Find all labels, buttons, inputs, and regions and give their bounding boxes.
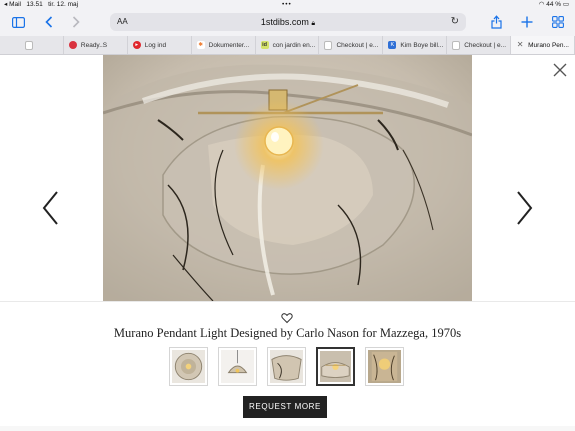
new-tab-icon[interactable] xyxy=(518,13,536,31)
product-photo[interactable] xyxy=(103,55,472,301)
tab-label: con jardin en... xyxy=(272,41,316,49)
tab-3[interactable]: ✱ Dokumenter... xyxy=(192,36,256,54)
page-icon xyxy=(324,40,333,50)
tab-blank[interactable] xyxy=(0,36,64,54)
wifi-icon: ◠ xyxy=(538,1,545,8)
thumbnail-3[interactable] xyxy=(267,347,306,386)
tab-active[interactable]: ✕ Murano Pen... xyxy=(511,36,575,54)
back-to-app-link[interactable]: ◂ Mail xyxy=(4,1,21,8)
tab-5[interactable]: Checkout | e... xyxy=(319,36,384,54)
page-icon xyxy=(452,40,461,50)
tab-7[interactable]: Checkout | e... xyxy=(447,36,512,54)
multitasking-dots-icon[interactable]: ••• xyxy=(282,0,292,9)
page-icon xyxy=(25,40,33,50)
heart-icon[interactable] xyxy=(281,312,293,324)
back-icon[interactable] xyxy=(40,13,58,31)
tab-label: Murano Pen... xyxy=(528,41,569,49)
thumbnail-4-selected[interactable] xyxy=(316,347,355,386)
bottom-edge xyxy=(0,426,575,431)
tab-1[interactable]: Ready..S xyxy=(64,36,128,54)
id-icon: id xyxy=(260,41,269,49)
red-circle-icon xyxy=(68,41,77,49)
url-text: 1stdibs.com 🔒︎ xyxy=(260,17,316,27)
play-icon: ▸ xyxy=(132,41,141,49)
image-viewer: Murano Pendant Light Designed by Carlo N… xyxy=(0,55,575,431)
close-tab-icon[interactable]: ✕ xyxy=(516,41,524,49)
lock-icon: 🔒︎ xyxy=(311,20,316,27)
battery-icon: ▭ xyxy=(562,1,569,8)
product-title: Murano Pendant Light Designed by Carlo N… xyxy=(113,326,462,340)
browser-toolbar: AA 1stdibs.com 🔒︎ ↻ xyxy=(0,9,575,36)
tab-label: Kim Boye bill... xyxy=(400,41,444,49)
tab-label: Dokumenter... xyxy=(208,41,250,49)
thumbnail-2[interactable] xyxy=(218,347,257,386)
next-image-icon[interactable] xyxy=(514,190,534,226)
tab-label: Ready..S xyxy=(80,41,108,49)
k-icon: K xyxy=(388,41,397,49)
status-date: tir. 12. maj xyxy=(48,1,79,8)
status-time: 13.51 xyxy=(26,1,43,8)
address-bar[interactable]: AA 1stdibs.com 🔒︎ ↻ xyxy=(110,13,466,31)
tab-overview-icon[interactable] xyxy=(549,13,567,31)
status-left: ◂ Mail 13.51 tir. 12. maj xyxy=(4,0,78,9)
status-right: ◠ 44 % ▭ xyxy=(539,0,569,9)
thumbnail-strip xyxy=(169,347,404,386)
reload-icon[interactable]: ↻ xyxy=(451,13,459,31)
status-bar: ◂ Mail 13.51 tir. 12. maj ••• ◠ 44 % ▭ xyxy=(0,0,575,9)
forward-icon[interactable] xyxy=(67,13,85,31)
sidebar-icon[interactable] xyxy=(9,13,27,31)
previous-image-icon[interactable] xyxy=(41,190,61,226)
tab-6[interactable]: K Kim Boye bill... xyxy=(383,36,448,54)
spark-icon: ✱ xyxy=(196,41,205,49)
close-icon[interactable] xyxy=(552,62,568,78)
tab-2[interactable]: ▸ Log ind xyxy=(128,36,192,54)
tab-bar: Ready..S ▸ Log ind ✱ Dokumenter... id co… xyxy=(0,36,575,55)
tab-label: Checkout | e... xyxy=(464,41,507,49)
tab-label: Checkout | e... xyxy=(336,41,379,49)
battery-percent: 44 % xyxy=(546,1,562,8)
thumbnail-1[interactable] xyxy=(169,347,208,386)
request-more-button[interactable]: REQUEST MORE xyxy=(243,396,327,418)
divider xyxy=(0,301,575,302)
share-icon[interactable] xyxy=(487,13,505,31)
tab-4[interactable]: id con jardin en... xyxy=(256,36,320,54)
tab-label: Log ind xyxy=(144,41,167,49)
thumbnail-5[interactable] xyxy=(365,347,404,386)
